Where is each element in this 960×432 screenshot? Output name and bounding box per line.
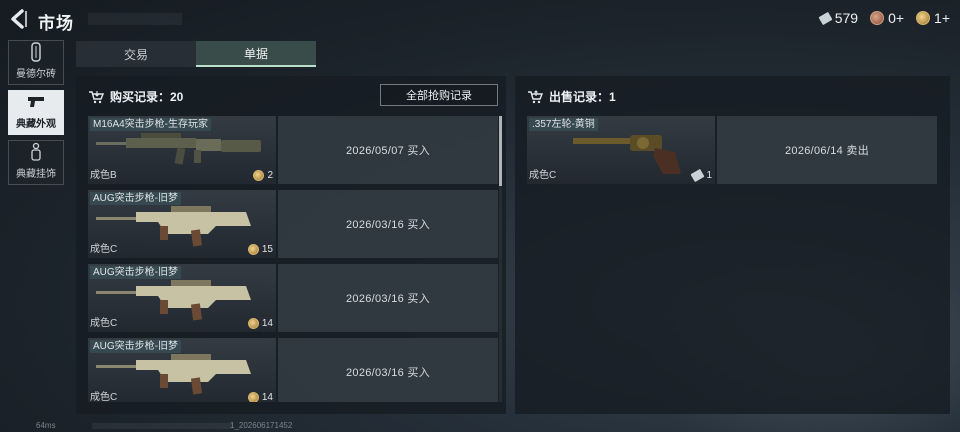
currency-bar: 579 0+ 1+ [818, 10, 950, 26]
record-date-action: 2026/06/14 卖出 [717, 116, 937, 184]
item-quantity-value: 14 [261, 318, 273, 329]
currency-ticket-value: 579 [834, 10, 859, 26]
item-grade: 成色C [90, 244, 118, 255]
item-quantity: 14 [247, 392, 273, 402]
purchase-header-text: 购买记录：20 [110, 90, 184, 104]
item-name: AUG突击步枪-旧梦 [90, 192, 181, 205]
gold-coin-icon [247, 318, 259, 329]
page-title: 市场 [38, 14, 74, 33]
side-item-label: 曼德尔砖 [16, 69, 56, 80]
sale-header: 出售记录：1 [527, 88, 616, 105]
purchase-list[interactable]: M16A4突击步枪-生存玩家 成色B 2 2026/05/07 买入 AUG突击… [88, 116, 498, 402]
tab-records[interactable]: 单据 [196, 41, 316, 67]
item-quantity-value: 2 [267, 170, 273, 181]
list-item[interactable]: M16A4突击步枪-生存玩家 成色B 2 2026/05/07 买入 [88, 116, 498, 184]
side-item-mandel-brick[interactable]: 曼德尔砖 [8, 40, 64, 85]
sale-header-text: 出售记录：1 [549, 90, 616, 104]
item-quantity: 1 [690, 168, 712, 183]
item-name: AUG突击步枪-旧梦 [90, 340, 181, 353]
item-grade: 成色C [90, 318, 118, 329]
list-item[interactable]: AUG突击步枪-旧梦 成色C 14 2026/03/16 买入 [88, 338, 498, 402]
side-item-label: 典藏外观 [16, 119, 56, 130]
blurred-info [92, 423, 232, 429]
currency-gold-coin-value: 1+ [934, 10, 950, 26]
revolver-icon [573, 135, 681, 174]
item-quantity: 14 [247, 318, 273, 329]
purchase-header: 购买记录：20 [88, 88, 183, 105]
item-grade: 成色C [90, 392, 118, 402]
item-quantity-value: 14 [261, 392, 273, 402]
pistol-icon [28, 97, 44, 107]
sale-records-panel: 出售记录：1 .357左轮-黄铜 成色C 1 2026/06/14 卖出 [515, 76, 950, 414]
item-name: AUG突击步枪-旧梦 [90, 266, 181, 279]
footer-status: 64ms 1_202606171452 [0, 420, 960, 432]
side-item-collection-charms[interactable]: 典藏挂饰 [8, 140, 64, 185]
back-arrow-icon [11, 9, 27, 29]
m16a4-rifle-icon [96, 133, 261, 165]
ticket-icon [690, 168, 705, 183]
red-coin-icon [870, 11, 885, 25]
side-nav: 曼德尔砖 典藏外观 典藏挂饰 [8, 40, 64, 190]
tab-trade[interactable]: 交易 [76, 41, 196, 67]
cart-sell-icon [528, 89, 543, 103]
purchase-scrollbar[interactable] [499, 116, 502, 402]
top-tabs: 交易 单据 [76, 41, 316, 67]
item-name: .357左轮-黄铜 [529, 118, 598, 131]
ping-text: 64ms [36, 421, 56, 430]
purchase-records-panel: 购买记录：20 全部抢购记录 M16A4突击步枪-生存玩家 成色B 2 2026… [76, 76, 506, 414]
side-item-label: 典藏挂饰 [16, 169, 56, 180]
item-thumbnail: AUG突击步枪-旧梦 成色C 14 [88, 338, 276, 402]
gold-coin-icon [916, 11, 931, 25]
currency-gold-coin[interactable]: 1+ [916, 10, 950, 26]
currency-ticket[interactable]: 579 [818, 10, 859, 26]
list-item[interactable]: AUG突击步枪-旧梦 成色C 14 2026/03/16 买入 [88, 264, 498, 332]
back-button[interactable] [8, 8, 28, 30]
item-thumbnail: M16A4突击步枪-生存玩家 成色B 2 [88, 116, 276, 184]
gold-coin-icon [247, 392, 259, 402]
title-decoration [88, 13, 182, 25]
item-grade: 成色C [529, 170, 557, 181]
uid-text: 1_202606171452 [230, 421, 293, 430]
record-date-action: 2026/03/16 买入 [278, 264, 498, 332]
scrollbar-thumb[interactable] [499, 116, 502, 186]
all-snipe-records-button[interactable]: 全部抢购记录 [380, 84, 498, 106]
gold-coin-icon [247, 244, 259, 255]
item-quantity: 15 [247, 244, 273, 255]
list-item[interactable]: AUG突击步枪-旧梦 成色C 15 2026/03/16 买入 [88, 190, 498, 258]
sale-list[interactable]: .357左轮-黄铜 成色C 1 2026/06/14 卖出 [527, 116, 937, 402]
aug-rifle-icon [96, 206, 251, 247]
item-grade: 成色B [90, 170, 117, 181]
cart-buy-icon [89, 90, 104, 103]
aug-rifle-icon [96, 280, 251, 321]
side-item-collection-skins[interactable]: 典藏外观 [8, 90, 64, 135]
charm-icon [31, 142, 41, 161]
currency-red-coin-value: 0+ [888, 10, 905, 26]
item-quantity-value: 1 [706, 170, 712, 181]
record-date-action: 2026/03/16 买入 [278, 338, 498, 402]
top-bar: 市场 579 0+ 1+ [0, 0, 960, 38]
item-thumbnail: AUG突击步枪-旧梦 成色C 15 [88, 190, 276, 258]
list-item[interactable]: .357左轮-黄铜 成色C 1 2026/06/14 卖出 [527, 116, 937, 184]
item-thumbnail: .357左轮-黄铜 成色C 1 [527, 116, 715, 184]
record-date-action: 2026/05/07 买入 [278, 116, 498, 184]
aug-rifle-icon [96, 354, 251, 395]
record-date-action: 2026/03/16 买入 [278, 190, 498, 258]
mandel-brick-icon [31, 42, 41, 62]
gold-coin-icon [253, 170, 265, 181]
item-thumbnail: AUG突击步枪-旧梦 成色C 14 [88, 264, 276, 332]
currency-red-coin[interactable]: 0+ [870, 10, 904, 26]
item-quantity: 2 [253, 170, 273, 181]
ticket-icon [818, 11, 833, 25]
item-name: M16A4突击步枪-生存玩家 [90, 118, 212, 131]
item-quantity-value: 15 [261, 244, 273, 255]
